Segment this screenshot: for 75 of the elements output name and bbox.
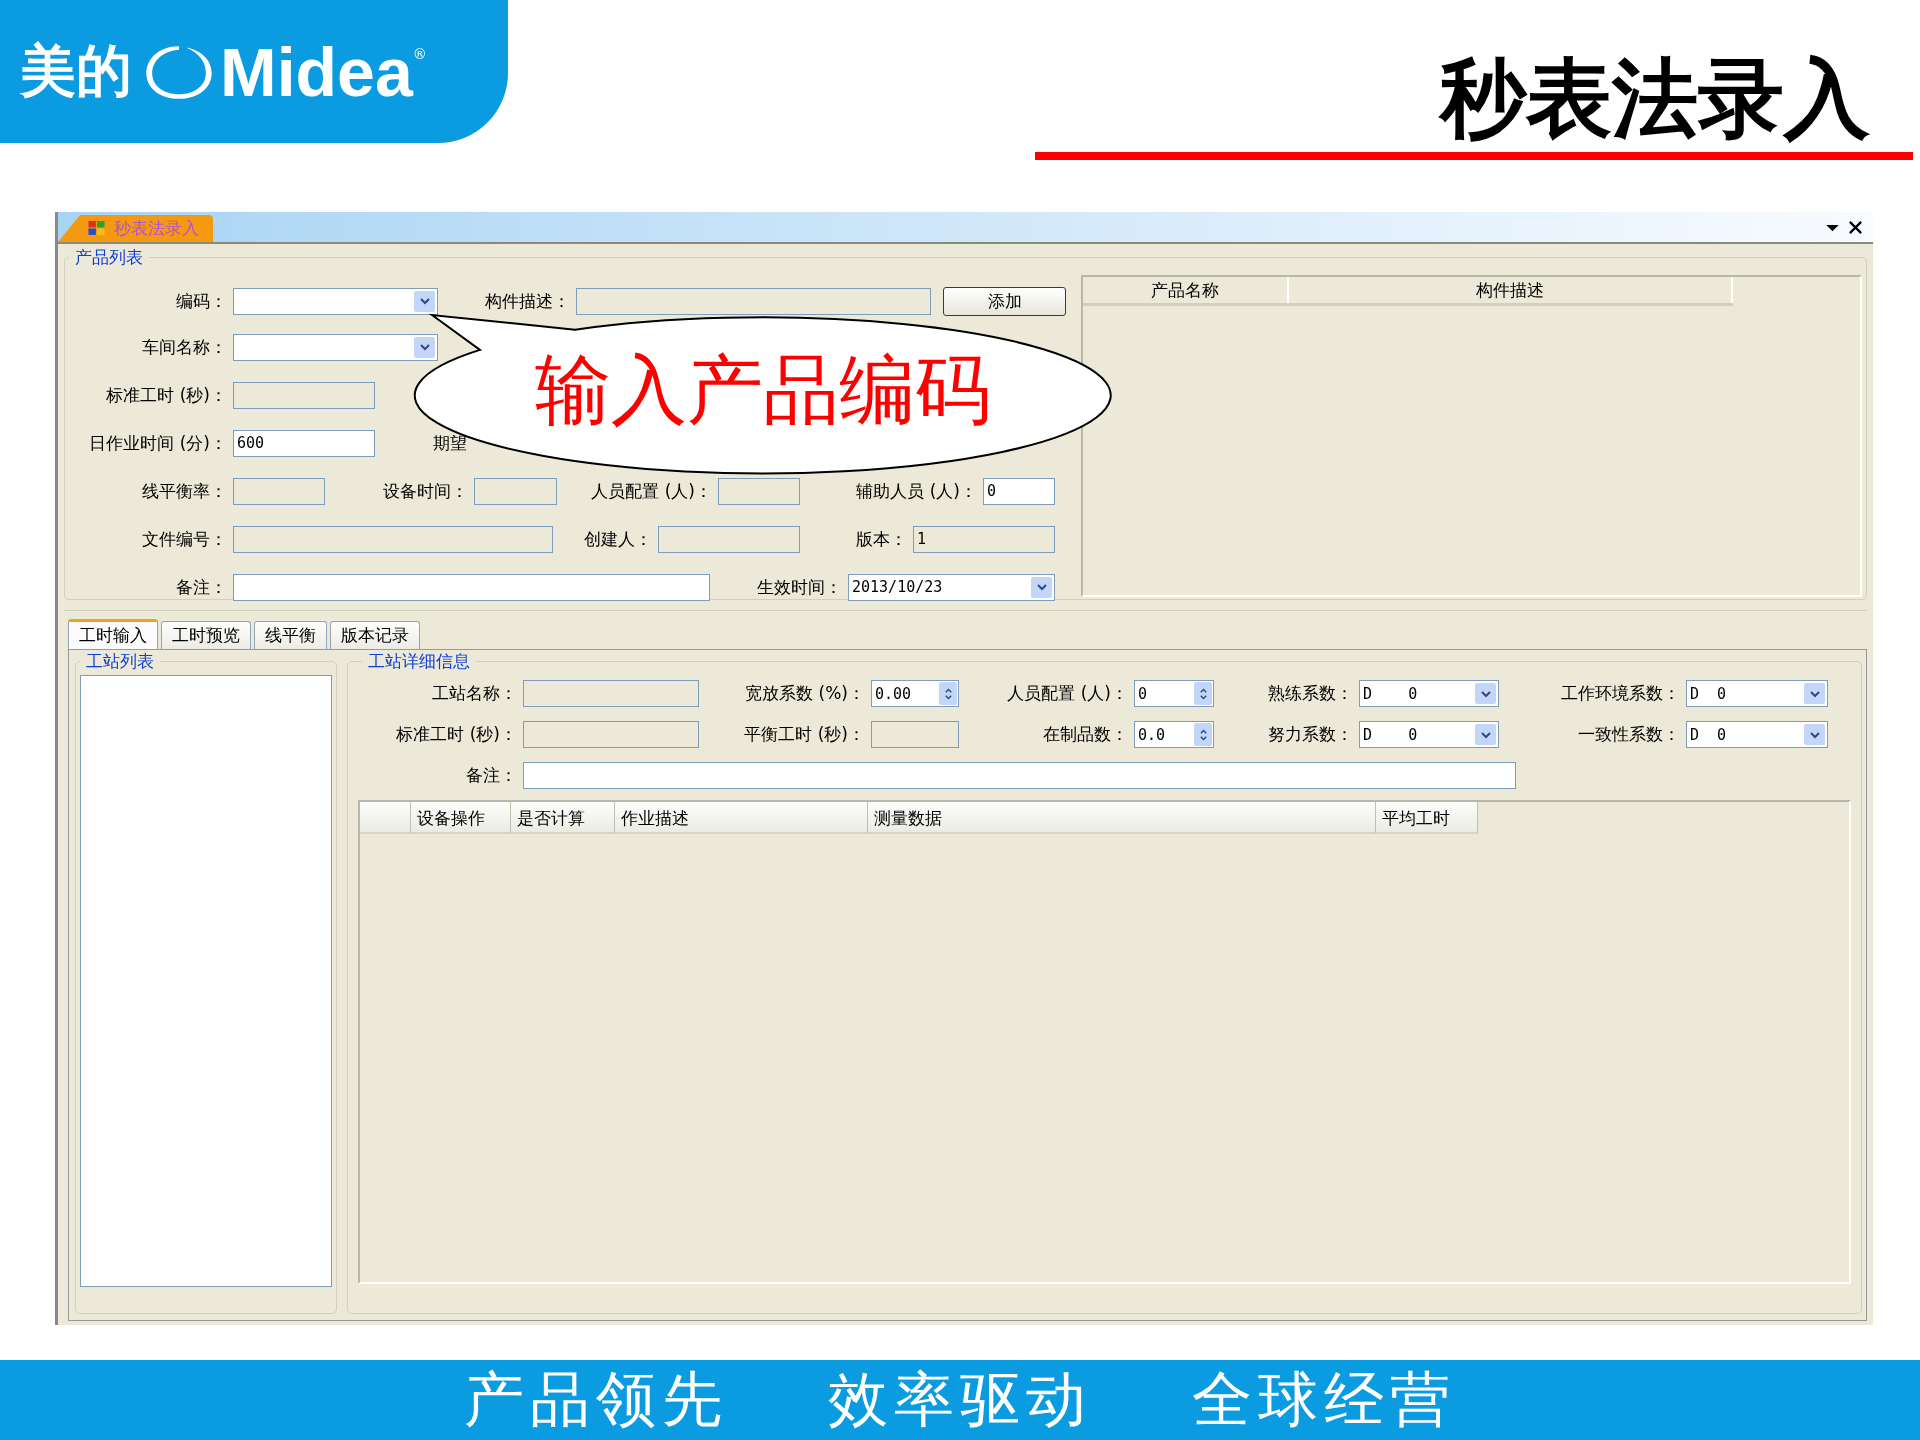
input-field[interactable]: 600 [233,429,375,457]
spinner-icon[interactable] [939,682,957,705]
combo-box[interactable]: D 0 [1359,721,1499,748]
column-header[interactable]: 是否计算 [511,802,615,834]
column-header[interactable]: 产品名称 [1083,277,1290,303]
field-label: 备注： [175,575,228,599]
close-icon[interactable] [1848,220,1863,235]
field-label: 日作业时间 (分)： [88,431,228,455]
field-label: 期望 [433,431,467,455]
field-label: 平衡工时 (秒)： [743,723,866,746]
field-label: 工作环境系数： [1560,682,1681,705]
field-label: 编码： [175,289,228,313]
slogan: 效率驱动 [828,1362,1092,1436]
chevron-down-icon[interactable] [1804,724,1825,745]
add-button[interactable]: 添加 [943,286,1066,316]
field-label: 辅助人员 (人)： [855,479,978,503]
callout-text: 输入产品编码 [535,345,991,435]
combo-box[interactable]: D 0 [1686,721,1828,748]
column-header[interactable]: 构件描述 [1289,277,1733,303]
field-label: 线平衡率： [141,479,228,503]
chevron-down-icon[interactable] [1475,683,1496,704]
group-title: 工站列表 [85,650,155,673]
tab[interactable]: 线平衡 [254,621,327,649]
column-header[interactable]: 作业描述 [615,802,868,834]
spinner-icon[interactable] [1194,723,1212,746]
spinner-icon[interactable] [1194,682,1212,705]
column-header[interactable]: 平均工时 [1376,802,1478,834]
group-title: 产品列表 [74,246,144,269]
field-label: 人员配置 (人)： [1006,682,1129,705]
field-label: 一致性系数： [1577,723,1681,746]
field-label: 标准工时 (秒)： [395,723,518,746]
chevron-down-icon[interactable] [414,336,435,358]
combo-box[interactable]: D 0 [1359,680,1499,707]
chevron-down-icon[interactable] [1804,683,1825,704]
spin-box[interactable]: 0.00 [871,680,959,707]
chevron-down-icon[interactable] [414,290,435,312]
tab[interactable]: 工时输入 [68,619,158,649]
combo-box[interactable]: D 0 [1686,680,1828,707]
field-label: 熟练系数： [1267,682,1354,705]
field-label: 文件编号： [141,527,228,551]
logo-chinese: 美的 [20,36,132,105]
tab[interactable]: 版本记录 [330,621,420,649]
slogan: 全球经营 [1192,1362,1456,1436]
field-label: 车间名称： [141,335,228,359]
field-label: 人员配置 (人)： [590,479,713,503]
chevron-down-icon[interactable] [1031,576,1052,598]
input-field[interactable]: 0 [983,477,1055,505]
field-label: 设备时间： [382,479,469,503]
field-label: 工站名称： [431,682,518,705]
field-label: 努力系数： [1267,723,1354,746]
tab[interactable]: 工时预览 [161,621,251,649]
logo-brand: Midea [220,32,413,111]
input-field[interactable] [523,762,1516,789]
field-label: 标准工时 (秒)： [105,383,228,407]
column-header[interactable]: 设备操作 [411,802,511,834]
registered-mark: ® [412,46,427,62]
field-label: 生效时间： [756,575,843,599]
input-field[interactable] [233,573,710,601]
field-label: 版本： [855,527,908,551]
combo-box[interactable] [233,287,438,315]
spin-box[interactable]: 0 [1134,680,1214,707]
group-title: 工站详细信息 [367,650,471,673]
chevron-down-icon[interactable] [1475,724,1496,745]
field-label: 构件描述： [484,289,571,313]
column-header[interactable]: 测量数据 [868,802,1376,834]
window-icon [88,221,106,236]
slogan: 产品领先 [464,1362,728,1436]
combo-box[interactable]: 2013/10/23 [848,573,1055,601]
combo-box[interactable] [233,333,438,361]
field-label: 宽放系数 (%)： [744,682,866,705]
field-label: 在制品数： [1042,723,1129,746]
spin-box[interactable]: 0.0 [1134,721,1214,748]
field-label: 创建人： [583,527,653,551]
field-label: 备注： [465,764,518,787]
slide-title: 秒表法录入 [1440,48,1871,148]
